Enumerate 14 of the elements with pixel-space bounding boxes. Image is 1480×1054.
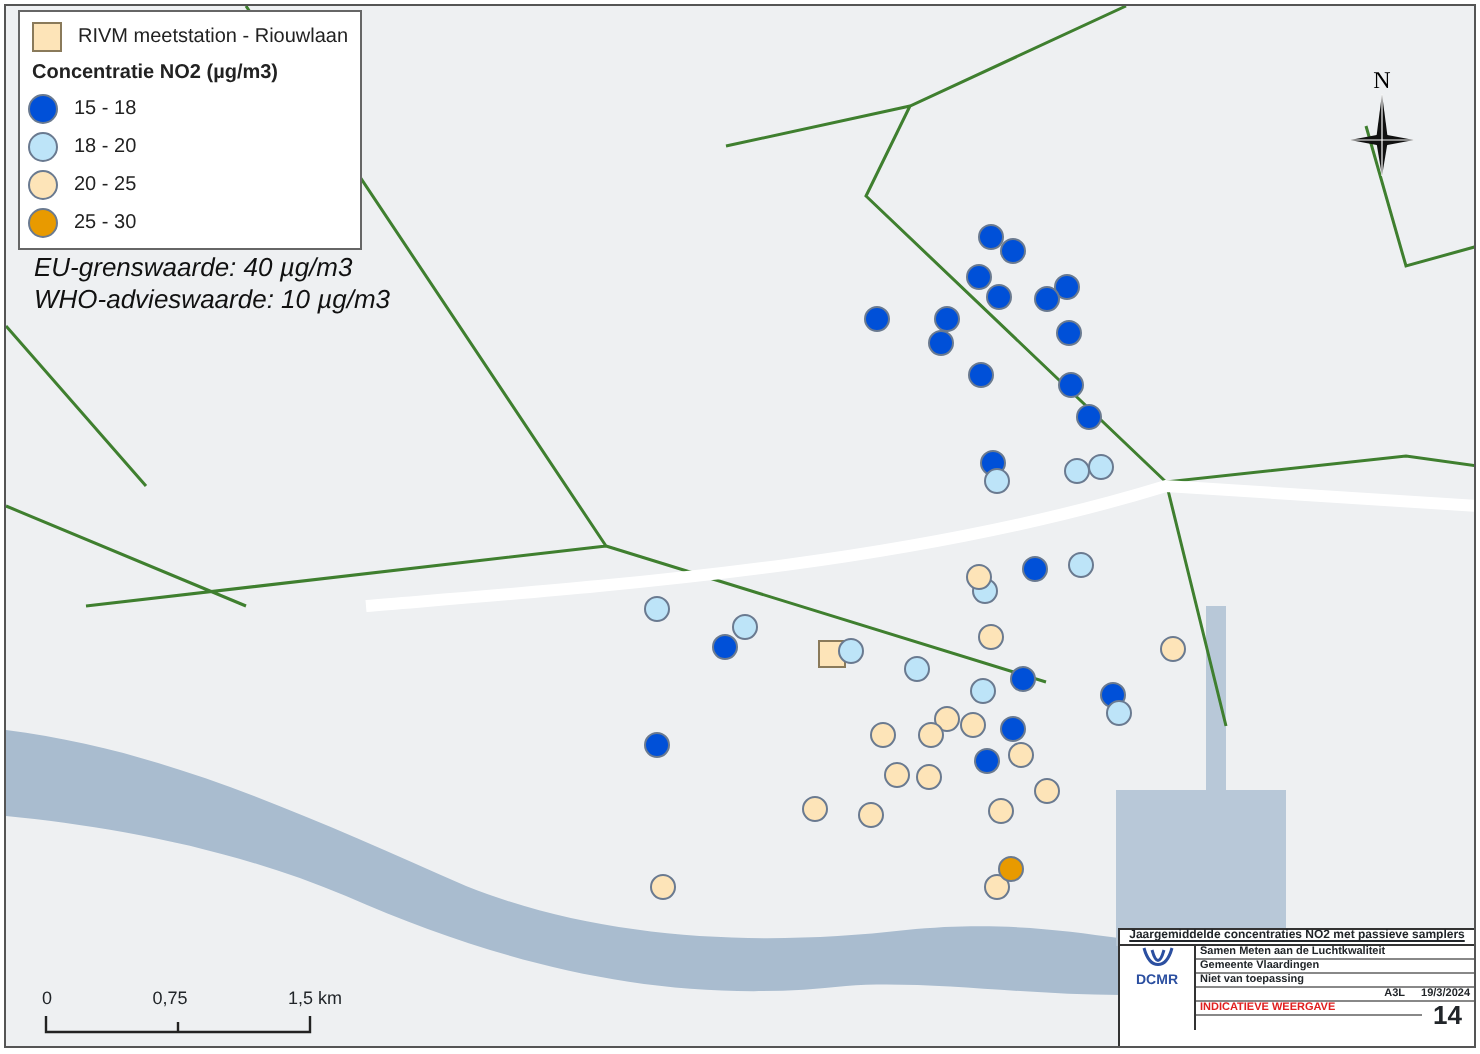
legend-heading: Concentratie NO2 (µg/m3) [32,60,281,86]
legend-label: 15 - 18 [74,96,137,122]
compass-rose-icon [1349,93,1415,177]
legend-label: 20 - 25 [74,172,137,198]
legend-label: RIVM meetstation - Riouwlaan [78,24,349,50]
legend-label: 18 - 20 [74,134,137,160]
scale-label: 1,5 km [287,986,342,1012]
norm-text: EU-grenswaarde: 40 µg/m3 [34,252,355,284]
north-label: N [1373,66,1391,94]
scale-label: 0 [42,986,53,1012]
sheet-number: 14 [1431,1002,1464,1030]
scale-label: 0,75 [152,986,188,1012]
norm-text: WHO-advieswaarde: 10 µg/m3 [34,284,391,316]
legend-label: 25 - 30 [74,210,137,236]
